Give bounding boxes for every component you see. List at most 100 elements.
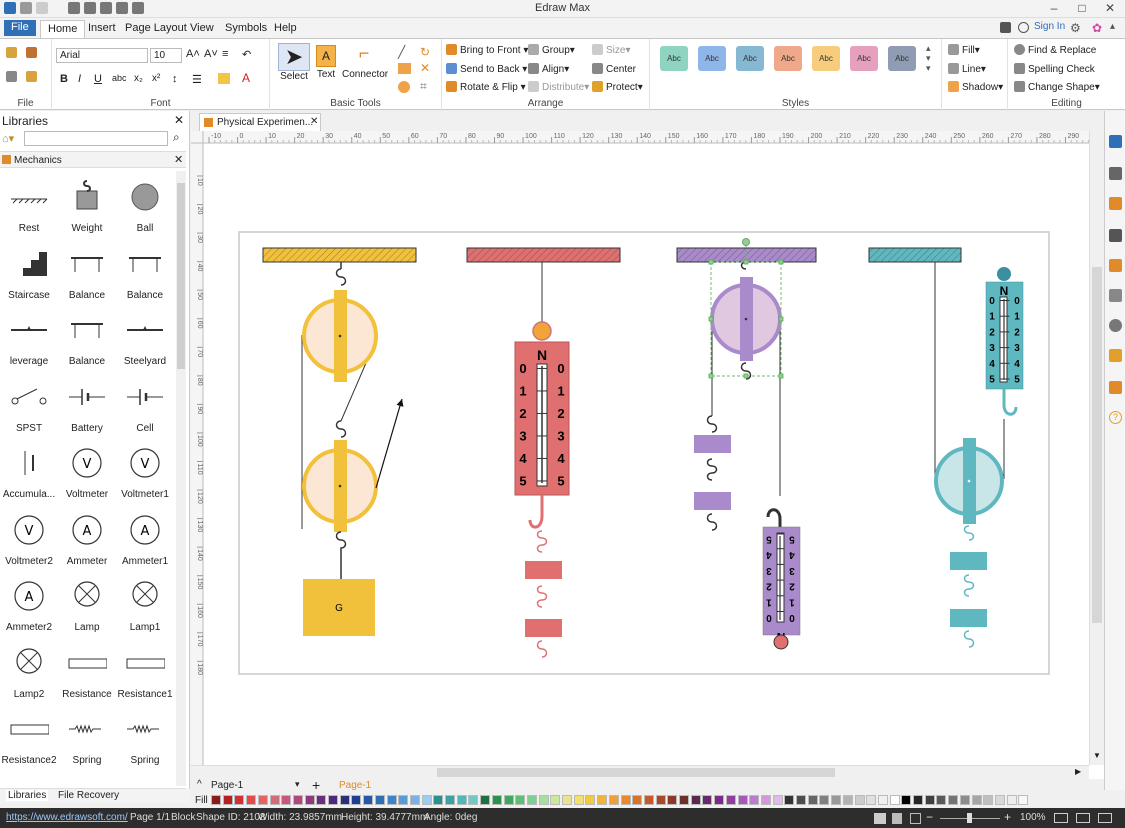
select-tool[interactable]: ➤ Select — [278, 43, 310, 82]
underline-icon[interactable]: U — [94, 73, 102, 85]
font-size-select[interactable]: 10 — [150, 48, 182, 63]
size-button[interactable]: Size▾ — [592, 44, 630, 56]
tab-libraries[interactable]: Libraries — [6, 790, 49, 801]
color-swatch[interactable] — [234, 795, 245, 805]
group-button[interactable]: Group▾ — [528, 44, 575, 56]
tab-view[interactable]: View — [183, 20, 221, 38]
color-swatch[interactable] — [257, 795, 268, 805]
close-icon[interactable]: ✕ — [1096, 0, 1124, 18]
style-swatch[interactable]: Abc — [698, 46, 726, 71]
line-spacing-icon[interactable]: ↕ — [172, 73, 178, 85]
font-name-select[interactable]: Arial — [56, 48, 148, 63]
page-dropdown-icon[interactable]: ▾ — [295, 779, 300, 790]
send-to-back-button[interactable]: Send to Back ▾ — [446, 63, 527, 75]
color-swatch[interactable] — [994, 795, 1005, 805]
color-swatch[interactable] — [959, 795, 970, 805]
subscript-icon[interactable]: x₂ — [134, 73, 143, 84]
color-swatch[interactable] — [573, 795, 584, 805]
library-scrollbar[interactable] — [176, 171, 186, 786]
change-shape-button[interactable]: Change Shape▾ — [1014, 81, 1100, 93]
strikethrough-icon[interactable]: abc — [112, 73, 127, 83]
color-swatch[interactable] — [515, 795, 526, 805]
color-swatch[interactable] — [889, 795, 900, 805]
tab-insert[interactable]: Insert — [81, 20, 123, 38]
color-swatch[interactable] — [269, 795, 280, 805]
color-swatch[interactable] — [222, 795, 233, 805]
color-swatch[interactable] — [760, 795, 771, 805]
library-shape-item[interactable]: Spring — [116, 703, 174, 769]
color-swatch[interactable] — [503, 795, 514, 805]
fit-page-icon[interactable] — [874, 813, 886, 824]
add-page-icon[interactable]: + — [312, 777, 320, 793]
hyperlink-icon[interactable] — [1109, 319, 1122, 332]
bold-icon[interactable]: B — [60, 73, 68, 85]
color-swatch[interactable] — [480, 795, 491, 805]
color-swatch[interactable] — [632, 795, 643, 805]
rotate-flip-button[interactable]: Rotate & Flip ▾ — [446, 81, 526, 93]
bullets-icon[interactable]: ☰ — [192, 73, 202, 86]
attachment-icon[interactable] — [1109, 349, 1122, 362]
library-shape-item[interactable]: A Ammeter — [58, 504, 116, 570]
physics-diagram[interactable]: G N 0 01 12 23 34 45 5 0 01 12 23 34 45 … — [191, 131, 1104, 779]
paste-icon[interactable] — [26, 71, 37, 82]
color-swatch[interactable] — [702, 795, 713, 805]
share-icon[interactable] — [1018, 22, 1029, 33]
image-panel-icon[interactable] — [1109, 229, 1122, 242]
help-icon[interactable]: ? — [1109, 411, 1122, 424]
library-shape-item[interactable]: V Voltmeter1 — [116, 437, 174, 503]
align-button[interactable]: Align▾ — [528, 63, 569, 75]
tools-icon[interactable] — [1000, 22, 1011, 33]
collapse-ribbon-icon[interactable]: ▴ — [1110, 21, 1115, 32]
color-swatch[interactable] — [281, 795, 292, 805]
page-view-icon[interactable] — [1076, 813, 1090, 823]
color-swatch[interactable] — [421, 795, 432, 805]
library-search-input[interactable] — [24, 131, 168, 146]
tab-file-recovery[interactable]: File Recovery — [58, 790, 119, 801]
clear-format-icon[interactable] — [26, 47, 37, 58]
style-swatch[interactable]: Abc — [850, 46, 878, 71]
color-swatch[interactable] — [526, 795, 537, 805]
library-shape-item[interactable]: SPST — [0, 371, 58, 437]
italic-icon[interactable]: I — [78, 73, 81, 85]
library-shape-item[interactable]: A Ammeter1 — [116, 504, 174, 570]
style-swatch[interactable]: Abc — [660, 46, 688, 71]
style-swatch[interactable]: Abc — [888, 46, 916, 71]
color-swatch[interactable] — [796, 795, 806, 805]
line-tool-icon[interactable]: ╱ — [398, 45, 405, 59]
library-shape-item[interactable]: Battery — [58, 371, 116, 437]
color-swatch[interactable] — [772, 795, 783, 805]
color-swatch[interactable] — [1018, 795, 1029, 805]
style-swatch[interactable]: Abc — [812, 46, 840, 71]
bring-to-front-button[interactable]: Bring to Front ▾ — [446, 44, 528, 56]
library-shape-item[interactable]: A Ammeter2 — [0, 570, 58, 636]
library-shape-item[interactable]: V Voltmeter — [58, 437, 116, 503]
color-swatch[interactable] — [1006, 795, 1017, 805]
line-panel-icon[interactable] — [1109, 167, 1122, 180]
close-panel-icon[interactable]: ✕ — [174, 113, 184, 127]
page-nav-up-icon[interactable]: ^ — [197, 779, 202, 790]
format-painter-icon[interactable] — [6, 47, 17, 58]
color-swatch[interactable] — [749, 795, 760, 805]
color-swatch[interactable] — [936, 795, 947, 805]
color-swatch[interactable] — [655, 795, 666, 805]
color-swatches[interactable] — [211, 795, 1061, 805]
layers-icon[interactable] — [1109, 259, 1122, 272]
maximize-icon[interactable]: □ — [1068, 0, 1096, 18]
gear-icon[interactable]: ⚙ — [1070, 21, 1081, 35]
color-swatch[interactable] — [491, 795, 502, 805]
color-swatch[interactable] — [374, 795, 385, 805]
color-swatch[interactable] — [913, 795, 923, 805]
color-swatch[interactable] — [877, 795, 888, 805]
library-shape-item[interactable]: Balance — [58, 304, 116, 370]
library-shape-item[interactable]: Resistance1 — [116, 637, 174, 703]
protect-button[interactable]: Protect▾ — [592, 81, 643, 93]
search-icon[interactable]: ⌕ — [173, 130, 180, 145]
crop-tool-icon[interactable]: ⌗ — [420, 79, 427, 94]
styles-more-icon[interactable]: ▴ ▾ ▾ — [926, 43, 931, 73]
sign-in-link[interactable]: Sign In — [1034, 21, 1065, 32]
find-replace-button[interactable]: Find & Replace — [1014, 44, 1096, 56]
color-swatch[interactable] — [679, 795, 689, 805]
color-swatch[interactable] — [304, 795, 315, 805]
color-swatch[interactable] — [386, 795, 397, 805]
library-shape-item[interactable]: Steelyard — [116, 304, 174, 370]
